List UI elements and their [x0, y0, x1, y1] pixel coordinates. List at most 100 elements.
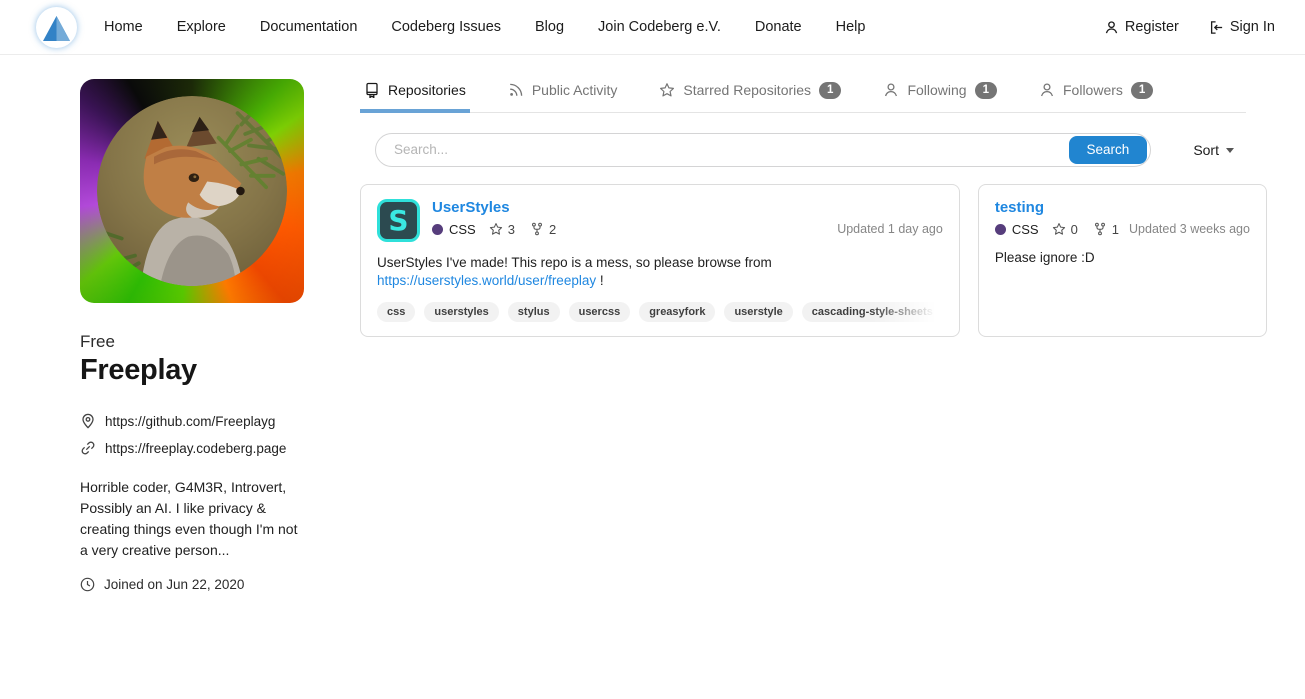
star-icon: [1052, 222, 1066, 236]
profile-meta: https://github.com/Freeplayg https://fre…: [80, 413, 304, 456]
nav-item-help[interactable]: Help: [836, 19, 866, 35]
profile-sidebar: Free Freeplay https://github.com/Freepla…: [80, 79, 304, 592]
top-navbar: Home Explore Documentation Codeberg Issu…: [0, 0, 1305, 55]
repo-icon: [364, 82, 380, 98]
codeberg-logo[interactable]: [36, 7, 77, 48]
repo-card-testing: testing CSS 0 1: [978, 184, 1267, 337]
profile-website[interactable]: https://freeplay.codeberg.page: [105, 441, 286, 456]
sign-in-label: Sign In: [1230, 19, 1275, 35]
register-button[interactable]: Register: [1104, 19, 1179, 35]
description-link[interactable]: https://userstyles.world/user/freeplay: [377, 273, 596, 288]
profile-display-name: Freeplay: [80, 354, 304, 387]
star-icon: [659, 82, 675, 98]
tab-followers[interactable]: Followers 1: [1035, 72, 1157, 112]
profile-avatar[interactable]: [80, 79, 304, 303]
star-count: 0: [1071, 222, 1078, 237]
repo-description-suffix: !: [596, 273, 604, 288]
nav-auth-area: Register Sign In: [1104, 19, 1275, 35]
nav-item-explore[interactable]: Explore: [177, 19, 226, 35]
repo-title-link[interactable]: UserStyles: [432, 199, 510, 216]
tab-starred-repositories[interactable]: Starred Repositories 1: [655, 72, 845, 112]
fork-icon: [1093, 222, 1107, 236]
repo-topics: css userstyles stylus usercss greasyfork…: [377, 302, 943, 322]
repo-head-main: testing CSS 0 1: [995, 199, 1250, 237]
topic-tag[interactable]: userstyle: [724, 302, 792, 322]
person-icon: [883, 82, 899, 98]
profile-bio: Horrible coder, G4M3R, Introvert, Possib…: [80, 477, 304, 561]
link-icon: [80, 440, 96, 456]
page-content: Free Freeplay https://github.com/Freepla…: [0, 55, 1305, 592]
sort-dropdown[interactable]: Sort: [1193, 142, 1234, 158]
search-group: Search: [375, 133, 1151, 167]
tab-label: Repositories: [388, 82, 466, 98]
repo-language: CSS: [449, 222, 476, 237]
repo-language: CSS: [1012, 222, 1039, 237]
rss-icon: [508, 82, 524, 98]
starred-count-badge: 1: [819, 82, 841, 99]
repo-list: S UserStyles CSS 3: [360, 184, 1246, 337]
topic-tag[interactable]: userstyles: [424, 302, 498, 322]
repo-description: Please ignore :D: [995, 249, 1250, 267]
sign-in-icon: [1209, 20, 1224, 35]
sign-in-button[interactable]: Sign In: [1209, 19, 1275, 35]
fox-photo: [97, 96, 287, 286]
repo-updated: Updated 1 day ago: [827, 222, 943, 236]
language-color-dot: [995, 224, 1006, 235]
nav-item-join-codeberg[interactable]: Join Codeberg e.V.: [598, 19, 721, 35]
tab-label: Public Activity: [532, 82, 618, 98]
repo-description-text: UserStyles I've made! This repo is a mes…: [377, 255, 772, 270]
clock-icon: [80, 577, 95, 592]
repo-card-header: testing CSS 0 1: [995, 199, 1250, 237]
topic-tag[interactable]: stylus: [508, 302, 560, 322]
nav-links: Home Explore Documentation Codeberg Issu…: [104, 19, 865, 35]
tab-following[interactable]: Following 1: [879, 72, 1001, 112]
fork-icon: [530, 222, 544, 236]
nav-item-blog[interactable]: Blog: [535, 19, 564, 35]
nav-item-home[interactable]: Home: [104, 19, 143, 35]
tab-repositories[interactable]: Repositories: [360, 72, 470, 112]
person-icon: [1104, 20, 1119, 35]
repo-description: UserStyles I've made! This repo is a mes…: [377, 254, 943, 290]
tab-label: Followers: [1063, 82, 1123, 98]
star-icon: [489, 222, 503, 236]
fork-count: 1: [1112, 222, 1119, 237]
repo-card-userstyles: S UserStyles CSS 3: [360, 184, 960, 337]
register-label: Register: [1125, 19, 1179, 35]
chevron-down-icon: [1226, 148, 1234, 153]
profile-tabs: Repositories Public Activity Starred Rep…: [360, 72, 1246, 113]
repo-card-header: S UserStyles CSS 3: [377, 199, 943, 242]
topic-tag[interactable]: css: [377, 302, 415, 322]
repo-avatar[interactable]: S: [377, 199, 420, 242]
tab-label: Starred Repositories: [683, 82, 811, 98]
followers-count-badge: 1: [1131, 82, 1153, 99]
nav-item-donate[interactable]: Donate: [755, 19, 802, 35]
nav-item-codeberg-issues[interactable]: Codeberg Issues: [391, 19, 501, 35]
topic-tag-truncated[interactable]: cascading-style-sheets: [802, 302, 943, 322]
location-pin-icon: [80, 413, 96, 429]
repo-meta-line: CSS 0 1 Updated 3 weeks ago: [995, 222, 1250, 237]
sort-label: Sort: [1193, 142, 1219, 158]
repo-meta-line: CSS 3 2 Updated 1 day ago: [432, 222, 943, 237]
nav-item-documentation[interactable]: Documentation: [260, 19, 358, 35]
search-button[interactable]: Search: [1069, 136, 1148, 164]
star-count: 3: [508, 222, 515, 237]
repo-updated: Updated 3 weeks ago: [1119, 222, 1250, 236]
fork-count: 2: [549, 222, 556, 237]
tab-public-activity[interactable]: Public Activity: [504, 72, 622, 112]
main-column: Repositories Public Activity Starred Rep…: [360, 72, 1246, 337]
tab-label: Following: [907, 82, 966, 98]
following-count-badge: 1: [975, 82, 997, 99]
repo-title-link[interactable]: testing: [995, 199, 1044, 216]
profile-joined-row: Joined on Jun 22, 2020: [80, 577, 304, 592]
profile-location-row: https://github.com/Freeplayg: [80, 413, 304, 429]
topic-tag[interactable]: usercss: [569, 302, 631, 322]
repo-head-main: UserStyles CSS 3 2: [432, 199, 943, 237]
person-icon: [1039, 82, 1055, 98]
topic-tag[interactable]: greasyfork: [639, 302, 715, 322]
search-input[interactable]: [376, 134, 1069, 166]
repo-search-row: Search Sort: [360, 133, 1246, 167]
profile-website-row: https://freeplay.codeberg.page: [80, 440, 304, 456]
profile-joined: Joined on Jun 22, 2020: [104, 577, 244, 592]
profile-location[interactable]: https://github.com/Freeplayg: [105, 414, 275, 429]
language-color-dot: [432, 224, 443, 235]
